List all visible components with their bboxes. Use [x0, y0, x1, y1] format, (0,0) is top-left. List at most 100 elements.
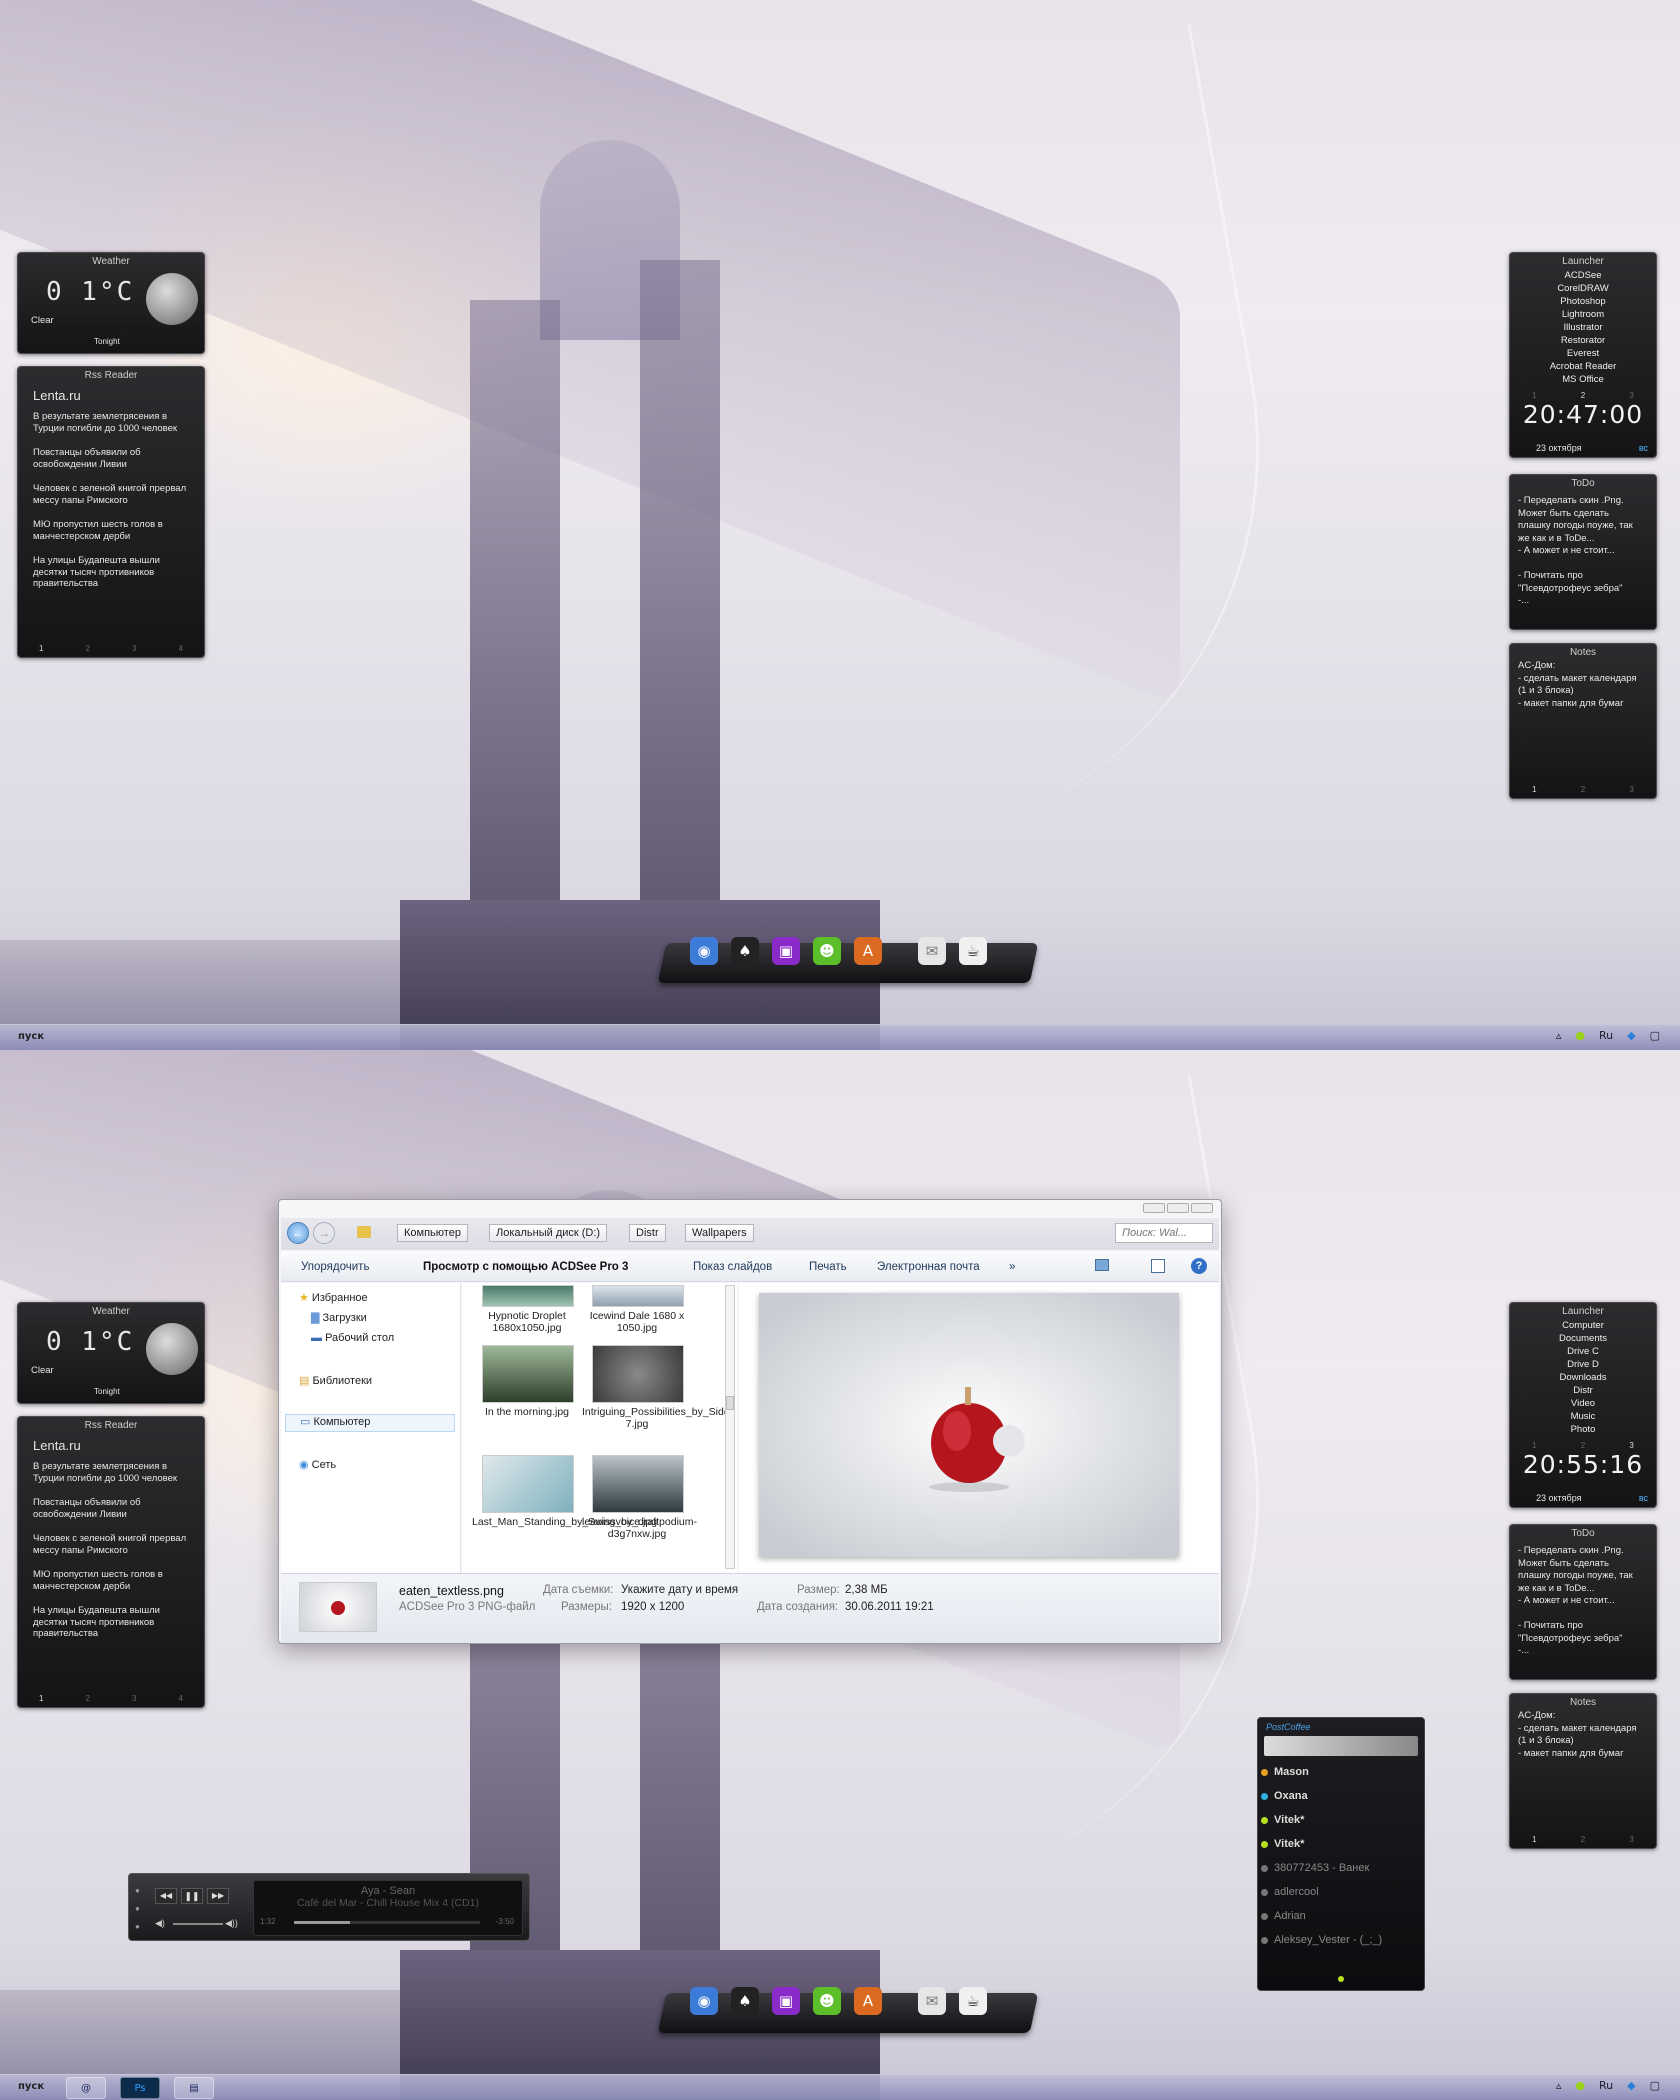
rss-item[interactable]: Повстанцы объявили об освобождении Ливии — [33, 1497, 194, 1520]
page-link[interactable]: 1 — [1532, 1835, 1536, 1844]
tray-expand-icon[interactable]: ▵ — [1556, 1029, 1562, 1042]
rss-reader-gadget[interactable]: Rss Reader Lenta.ru В результате землетр… — [17, 366, 205, 658]
nav-downloads[interactable]: ▇ Загрузки — [311, 1311, 367, 1324]
seek-bar[interactable] — [294, 1921, 480, 1924]
file-name[interactable]: Intriguing_Possibilities_by_Side-7.jpg — [582, 1406, 733, 1430]
language-indicator[interactable]: Ru — [1599, 1029, 1613, 1042]
preview-image[interactable] — [759, 1293, 1179, 1557]
launcher-item[interactable]: ACDSee — [1510, 269, 1656, 282]
breadcrumb-item[interactable]: Distr — [629, 1224, 666, 1242]
messenger-gadget[interactable]: PostCoffee Mason Oxana Vitek* Vitek* 380… — [1257, 1717, 1425, 1991]
page-link[interactable]: 3 — [1629, 1441, 1633, 1450]
rss-item[interactable]: В результате землетрясения в Турции поги… — [33, 411, 194, 434]
email-button[interactable]: Электронная почта — [877, 1261, 980, 1273]
page-link[interactable]: 1 — [1532, 391, 1536, 400]
file-thumbnail[interactable] — [482, 1285, 574, 1307]
previous-button[interactable]: ◀◀ — [155, 1888, 177, 1904]
weather-gadget[interactable]: Weather 0 1°C Clear Tonight — [17, 1302, 205, 1404]
page-link[interactable]: 1 — [1532, 1441, 1536, 1450]
coffee-icon[interactable]: ☕ — [959, 937, 987, 965]
maximize-button[interactable] — [1167, 1203, 1189, 1213]
rss-reader-gadget[interactable]: Rss Reader Lenta.ru В результате землетр… — [17, 1416, 205, 1708]
file-thumbnail[interactable] — [482, 1345, 574, 1403]
launcher-item[interactable]: Distr — [1510, 1384, 1656, 1397]
scrollbar[interactable] — [725, 1285, 735, 1569]
mail-icon[interactable]: ✉ — [918, 937, 946, 965]
volume-slider[interactable] — [173, 1923, 223, 1925]
taskbar-explorer-icon[interactable]: ▤ — [174, 2077, 214, 2099]
status-icon[interactable]: ● — [1575, 2079, 1585, 2092]
nav-network[interactable]: ◉ Сеть — [299, 1458, 336, 1471]
page-link[interactable]: 2 — [1581, 785, 1585, 794]
breadcrumb-item[interactable]: Локальный диск (D:) — [489, 1224, 608, 1242]
mail-icon[interactable]: ✉ — [918, 1987, 946, 2015]
slideshow-button[interactable]: Показ слайдов — [693, 1261, 772, 1273]
notes-gadget[interactable]: Notes AC-Дом: - сделать макет календаря … — [1509, 1693, 1657, 1849]
contact-item[interactable]: 380772453 - Ванек — [1258, 1862, 1424, 1886]
print-button[interactable]: Печать — [809, 1261, 847, 1273]
contact-item[interactable]: adlercool — [1258, 1886, 1424, 1910]
file-name[interactable]: Last_Man_Standing_by_Swissvoice.jpg — [472, 1516, 657, 1528]
rss-item[interactable]: Человек с зеленой книгой прервал мессу п… — [33, 1533, 194, 1556]
android-icon[interactable]: ☻ — [813, 1987, 841, 2015]
nav-favorites[interactable]: ★ Избранное — [299, 1291, 368, 1304]
contact-item[interactable]: Aleksey_Vester - (_;_) — [1258, 1934, 1424, 1958]
page-link[interactable]: 3 — [1629, 391, 1633, 400]
coffee-icon[interactable]: ☕ — [959, 1987, 987, 2015]
launcher-item[interactable]: Downloads — [1510, 1371, 1656, 1384]
tuxedo-icon[interactable]: ♠ — [731, 937, 759, 965]
nav-computer[interactable]: ▭ Компьютер — [285, 1414, 455, 1432]
tonight-tab[interactable]: Tonight — [94, 1387, 120, 1396]
file-thumbnail[interactable] — [592, 1345, 684, 1403]
player-side-buttons[interactable]: ● ● ● — [135, 1882, 140, 1936]
weather-gadget[interactable]: Weather 0 1°C Clear Tonight — [17, 252, 205, 354]
breadcrumb-item[interactable]: Компьютер — [397, 1224, 468, 1242]
search-input[interactable] — [1115, 1223, 1213, 1243]
explorer-window[interactable]: ← → Компьютер Локальный диск (D:) Distr … — [278, 1199, 1222, 1644]
nav-desktop[interactable]: ▬ Рабочий стол — [311, 1332, 394, 1344]
forward-button[interactable]: → — [313, 1222, 335, 1244]
next-button[interactable]: ▶▶ — [207, 1888, 229, 1904]
notes-text[interactable]: AC-Дом: - сделать макет календаря (1 и 3… — [1518, 1710, 1648, 1760]
todo-gadget[interactable]: ToDo - Переделать скин .Png. Может быть … — [1509, 1524, 1657, 1680]
pause-button[interactable]: ❚❚ — [181, 1888, 203, 1904]
page-link[interactable]: 3 — [1629, 785, 1633, 794]
notes-gadget[interactable]: Notes AC-Дом: - сделать макет календаря … — [1509, 643, 1657, 799]
launcher-gadget[interactable]: Launcher Computer Documents Drive C Driv… — [1509, 1302, 1657, 1508]
taskbar-browser-icon[interactable]: @ — [66, 2077, 106, 2099]
file-name[interactable]: Icewind Dale 1680 x 1050.jpg — [582, 1310, 692, 1334]
contact-item[interactable]: Mason — [1258, 1766, 1424, 1790]
network-icon[interactable]: ◆ — [1627, 1029, 1635, 1042]
show-desktop-icon[interactable]: ▢ — [1650, 1029, 1660, 1042]
page-link[interactable]: 2 — [1581, 391, 1585, 400]
media-player-gadget[interactable]: ● ● ● ◀◀ ❚❚ ▶▶ ◀) ◀)) Aya - Sean Café del … — [128, 1873, 530, 1941]
page-link[interactable]: 3 — [1629, 1835, 1633, 1844]
launcher-item[interactable]: Illustrator — [1510, 321, 1656, 334]
media-icon[interactable]: ▣ — [772, 1987, 800, 2015]
launcher-item[interactable]: Documents — [1510, 1332, 1656, 1345]
breadcrumb-item[interactable]: Wallpapers — [685, 1224, 754, 1242]
launcher-item[interactable]: Drive D — [1510, 1358, 1656, 1371]
network-icon[interactable]: ◆ — [1627, 2079, 1635, 2092]
status-icon[interactable]: ● — [1575, 1029, 1585, 1042]
todo-gadget[interactable]: ToDo - Переделать скин .Png. Может быть … — [1509, 474, 1657, 630]
launcher-item[interactable]: Restorator — [1510, 334, 1656, 347]
my-status-icon[interactable] — [1338, 1976, 1344, 1982]
file-thumbnail[interactable] — [592, 1285, 684, 1307]
scrollbar-thumb[interactable] — [726, 1396, 734, 1410]
page-link[interactable]: 1 — [39, 644, 43, 653]
page-link[interactable]: 3 — [132, 644, 136, 653]
nav-libraries[interactable]: ▤ Библиотеки — [299, 1374, 372, 1387]
launcher-item[interactable]: MS Office — [1510, 373, 1656, 386]
rss-item[interactable]: Человек с зеленой книгой прервал мессу п… — [33, 483, 194, 506]
taskbar-photoshop-icon[interactable]: Ps — [120, 2077, 160, 2099]
todo-text[interactable]: - Переделать скин .Png. Может быть сдела… — [1518, 1545, 1648, 1658]
launcher-item[interactable]: Computer — [1510, 1319, 1656, 1332]
media-icon[interactable]: ▣ — [772, 937, 800, 965]
rss-item[interactable]: МЮ пропустил шесть голов в манчестерском… — [33, 519, 194, 542]
preview-pane-icon[interactable] — [1151, 1259, 1165, 1273]
page-link[interactable]: 2 — [86, 644, 90, 653]
appstore-icon[interactable]: A — [854, 1987, 882, 2015]
notes-text[interactable]: AC-Дом: - сделать макет календаря (1 и 3… — [1518, 660, 1648, 710]
rss-item[interactable]: На улицы Будапешта вышли десятки тысяч п… — [33, 1605, 194, 1640]
